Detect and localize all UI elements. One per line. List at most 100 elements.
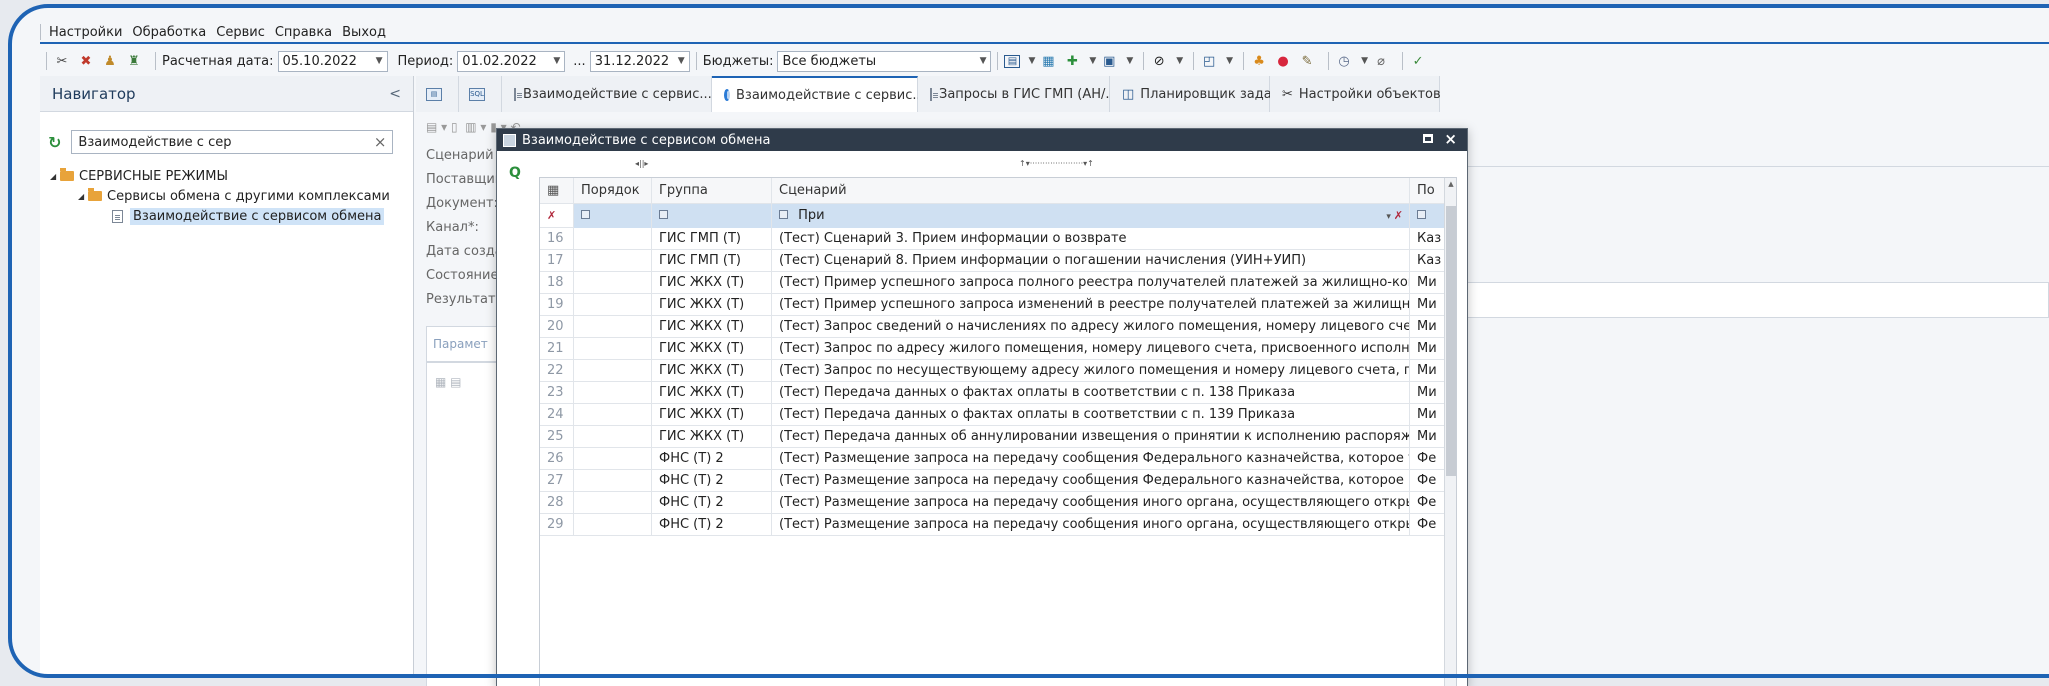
chevron-down-icon[interactable]: ▼ [1126,56,1133,66]
table-row[interactable]: 18 ГИС ЖКХ (Т) (Тест) Пример успешного зап… [540,272,1456,294]
columns-icon[interactable]: ▦ [540,178,574,204]
tab-list-view[interactable]: ▤ [416,76,459,112]
refresh-icon[interactable]: ↻ [48,133,61,152]
menu-bar: Настройки Обработка Сервис Справка Выход [40,22,396,42]
tree-item-exchange-interaction[interactable]: Взаимодействие с сервисом обмена [50,206,390,226]
navigator-search-input[interactable]: Взаимодействие с сер × [71,130,394,154]
export-icon[interactable]: ▣ [1100,52,1118,70]
search-icon[interactable]: Q [509,165,521,181]
filter-po-field[interactable] [1410,204,1446,228]
vertical-scrollbar[interactable]: ▲ [1444,178,1456,686]
table-row[interactable]: 23 ГИС ЖКХ (Т) (Тест) Передача данных о фа… [540,382,1456,404]
user-settings-icon[interactable]: ♟ [101,52,119,70]
table-row[interactable]: 17 ГИС ГМП (Т) (Тест) Сценарий 8. Прием ин… [540,250,1456,272]
table-row[interactable]: 21 ГИС ЖКХ (Т) (Тест) Запрос по адресу жил… [540,338,1456,360]
table-row[interactable]: 20 ГИС ЖКХ (Т) (Тест) Запрос сведений о на… [540,316,1456,338]
table-row[interactable]: 22 ГИС ЖКХ (Т) (Тест) Запрос по несуществу… [540,360,1456,382]
chevron-down-icon[interactable]: ▼ [678,56,685,66]
add-green-icon[interactable]: ✚ [1063,52,1081,70]
filter-order-field[interactable] [574,204,652,228]
column-header-po[interactable]: По [1410,178,1446,204]
table-row[interactable]: 27 ФНС (Т) 2 (Тест) Размещение запроса на … [540,470,1456,492]
tree-item-exchange-services[interactable]: ◢ Сервисы обмена с другими комплексами [50,186,390,206]
table-row[interactable]: 24 ГИС ЖКХ (Т) (Тест) Передача данных о фа… [540,404,1456,426]
data-filter-icon[interactable]: ▦ [1039,52,1057,70]
pin-icon[interactable]: ✗ [1394,209,1403,222]
column-drag-icon[interactable]: ↑▾·····················▾↑ [1019,159,1094,168]
column-header-order[interactable]: Порядок [574,178,652,204]
sql-report-icon[interactable]: ▤ [1004,54,1021,68]
menu-item-help[interactable]: Справка [275,25,332,40]
cell-order [574,228,652,250]
menu-item-processing[interactable]: Обработка [132,25,206,40]
params-tab[interactable]: Парамет [426,326,506,362]
table-row[interactable]: 26 ФНС (Т) 2 (Тест) Размещение запроса на … [540,448,1456,470]
period-from-field[interactable]: 01.02.2022 ▼ [457,50,566,72]
check-icon[interactable]: ✓ [1409,52,1427,70]
table-row[interactable]: 16 ГИС ГМП (Т) (Тест) Сценарий 3. Прием ин… [540,228,1456,250]
cell-scenario: (Тест) Передача данных о фактах оплаты в… [772,404,1410,426]
delete-user-icon[interactable]: ✖ [77,52,95,70]
expand-triangle-icon[interactable]: ◢ [78,192,88,201]
table-row[interactable]: 19 ГИС ЖКХ (Т) (Тест) Пример успешного зап… [540,294,1456,316]
run-icon[interactable]: ♣ [1250,52,1268,70]
menu-item-settings[interactable]: Настройки [49,25,122,40]
menu-separator [40,24,41,40]
window-icon [503,133,516,147]
chevron-down-icon[interactable]: ▼ [980,56,987,66]
tab-label: Взаимодействие с сервис... [736,87,925,103]
chevron-down-icon[interactable]: ▾ ✗ [1386,204,1403,228]
filter-group-field[interactable] [652,204,772,228]
block-icon[interactable]: ⊘ [1150,52,1168,70]
filter-scenario-field[interactable]: При ▾ ✗ [772,204,1410,228]
clock-icon[interactable]: ◷ [1335,52,1353,70]
chevron-down-icon[interactable]: ▼ [1176,56,1183,66]
column-resize-icon[interactable]: ◂||▸ [635,159,648,168]
app-top-accent-line [40,42,2049,44]
notes-icon[interactable]: ✎ [1298,52,1316,70]
column-header-scenario[interactable]: Сценарий [772,178,1410,204]
form-label-state: Состояние [426,268,499,283]
calc-date-field[interactable]: 05.10.2022 ▼ [277,50,388,72]
users-icon[interactable]: ♜ [125,52,143,70]
maximize-icon[interactable] [1423,134,1433,143]
pin-icon[interactable]: ✗ [540,204,574,228]
window-icon[interactable]: ◰ [1200,52,1218,70]
budgets-label: Бюджеты: [702,53,774,69]
record-icon[interactable]: ● [1274,52,1292,70]
menu-item-exit[interactable]: Выход [342,25,386,40]
tab-exchange-2[interactable]: Взаимодействие с сервис... × [712,76,946,112]
tab-sql[interactable]: SQL [459,76,502,112]
scroll-up-icon[interactable]: ▲ [1446,180,1456,192]
chevron-down-icon[interactable]: ▼ [1028,56,1035,66]
cell-group: ФНС (Т) 2 [652,470,772,492]
chevron-down-icon[interactable]: ▼ [553,56,560,66]
disconnect-icon[interactable]: ⌀ [1372,52,1390,70]
table-row[interactable]: 25 ГИС ЖКХ (Т) (Тест) Передача данных об а… [540,426,1456,448]
period-to-field[interactable]: 31.12.2022 ▼ [589,50,690,72]
tab-exchange-1[interactable]: Взаимодействие с сервис... [502,76,712,112]
table-row[interactable]: 28 ФНС (Т) 2 (Тест) Размещение запроса на … [540,492,1456,514]
tools-icon[interactable]: ✂ [53,52,71,70]
expand-triangle-icon[interactable]: ◢ [50,172,60,181]
menu-item-service[interactable]: Сервис [216,25,265,40]
chevron-down-icon[interactable]: ▼ [1361,56,1368,66]
budgets-select[interactable]: Все бюджеты ▼ [777,50,992,72]
scrollbar-thumb[interactable] [1446,206,1456,476]
close-icon[interactable]: × [1444,130,1457,148]
chevron-down-icon[interactable]: ▼ [376,56,383,66]
chevron-down-icon[interactable]: ▼ [1089,56,1096,66]
column-header-group[interactable]: Группа [652,178,772,204]
chevron-down-icon[interactable]: ▼ [1226,56,1233,66]
table-row[interactable]: 29 ФНС (Т) 2 (Тест) Размещение запроса на … [540,514,1456,536]
tab-gis-requests[interactable]: Запросы в ГИС ГМП (АН/... [918,76,1118,112]
tree-item-service-modes[interactable]: ◢ СЕРВИСНЫЕ РЕЖИМЫ [50,166,390,186]
row-number: 20 [540,316,574,338]
params-tab-label: Парамет [433,337,488,351]
chevron-left-icon[interactable]: < [389,86,401,102]
folder-icon [88,188,102,201]
tab-object-settings[interactable]: ✂ Настройки объектов [1270,76,1441,112]
cell-order [574,272,652,294]
close-icon[interactable]: × [374,133,387,151]
tab-scheduler[interactable]: ◫ Планировщик задач [1110,76,1279,112]
